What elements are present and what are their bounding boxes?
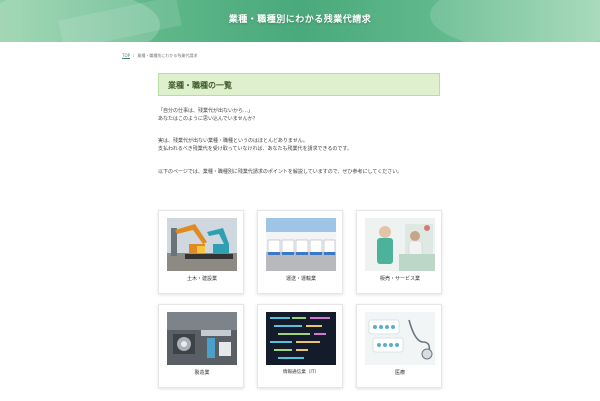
industry-card-label: 販売・サービス業 — [379, 276, 420, 282]
industry-card-retail[interactable]: 販売・サービス業 — [356, 210, 442, 294]
breadcrumb-separator: / — [133, 53, 135, 58]
industry-card-transport[interactable]: 運送・運輸業 — [257, 210, 343, 294]
industry-card-manufacturing[interactable]: 製造業 — [158, 304, 244, 388]
code-screen-photo-icon — [266, 312, 336, 365]
page-title: 業種・職種別にわかる残業代請求 — [228, 15, 372, 25]
section-heading-text: 業種・職種の一覧 — [168, 81, 232, 90]
retail-photo-icon — [365, 218, 435, 271]
industry-card-medical[interactable]: 医療 — [356, 304, 442, 388]
industry-card-label: 医療 — [394, 370, 405, 376]
section-heading: 業種・職種の一覧 — [158, 73, 440, 96]
intro-text: 実は、残業代が出ない業種・職種というのはほとんどありません。 — [158, 138, 308, 144]
industry-card-label: 情報通信業（IT） — [282, 370, 320, 375]
industry-card-construction[interactable]: 土木・建設業 — [158, 210, 244, 294]
intro-text: 「自分の仕事は、残業代が出ないから…」 — [158, 108, 254, 114]
medical-photo-icon — [365, 312, 435, 365]
factory-photo-icon — [167, 312, 237, 365]
industry-card-label: 土木・建設業 — [186, 276, 217, 282]
intro-text: 支払われるべき残業代を受け取っていなければ、あなたも残業代を請求できるのです。 — [158, 146, 352, 152]
intro-text: 以下のページでは、業種・職種別に残業代請求のポイントを解説していますので、ぜひ参… — [158, 169, 403, 175]
breadcrumb: TOP / 業種・職種別にわかる残業代請求 — [122, 53, 197, 59]
industry-card-label: 運送・運輸業 — [285, 276, 316, 282]
industry-card-label: 製造業 — [194, 370, 210, 376]
industry-card-it[interactable]: 情報通信業（IT） — [257, 304, 343, 388]
trucks-photo-icon — [266, 218, 336, 271]
intro-text: あなたはこのように思い込んでいませんか？ — [158, 116, 258, 122]
hero-banner: 業種・職種別にわかる残業代請求 — [0, 0, 600, 42]
breadcrumb-current: 業種・職種別にわかる残業代請求 — [137, 53, 198, 58]
breadcrumb-top-link[interactable]: TOP — [122, 53, 130, 58]
excavator-photo-icon — [167, 218, 237, 271]
